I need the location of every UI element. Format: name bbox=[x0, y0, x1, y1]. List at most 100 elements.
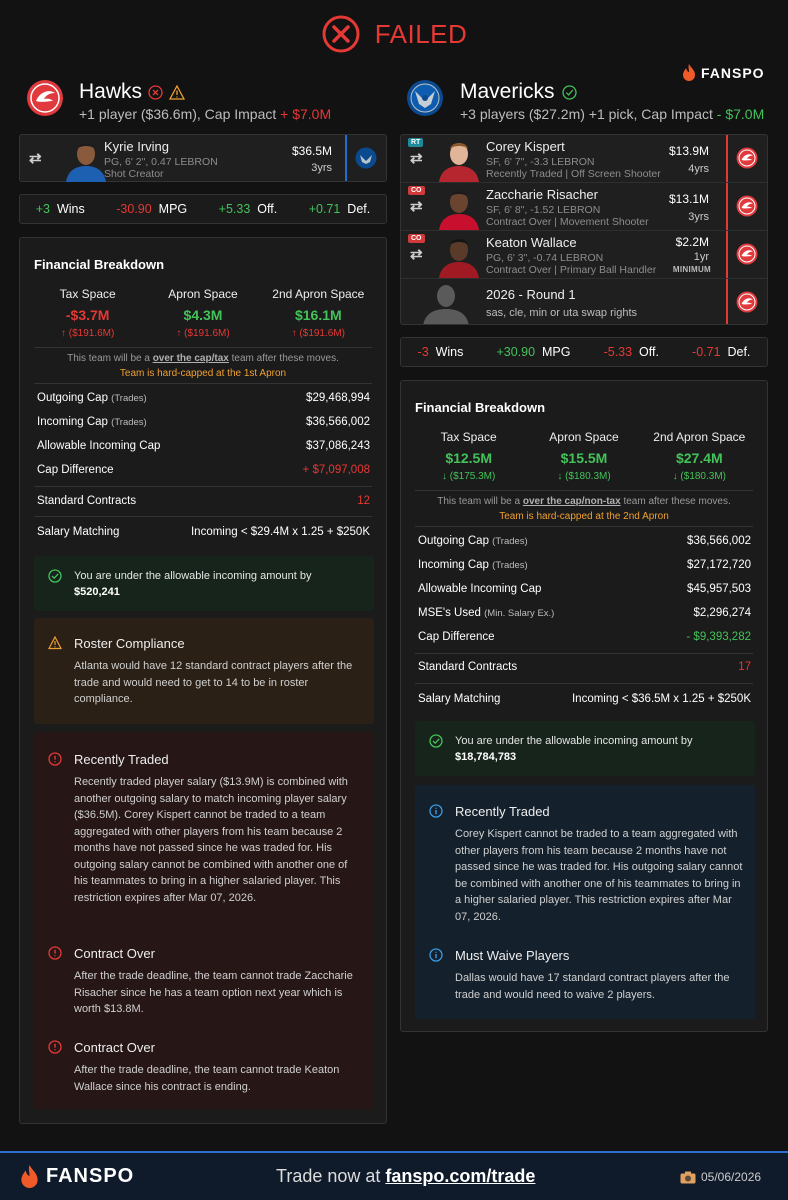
mavericks-stat-bar: -3 Wins +30.90 MPG -5.33 Off. -0.71 Def. bbox=[400, 337, 768, 367]
status-text: FAILED bbox=[374, 18, 468, 49]
issue-title: Recently Traded bbox=[74, 752, 169, 767]
tax-space: Tax Space -$3.7M ↑ ($191.6M) bbox=[59, 287, 116, 339]
hawks-logo-icon bbox=[27, 80, 63, 116]
warning-triangle-icon bbox=[169, 84, 186, 100]
apron-space: Apron Space $15.5M ↓ ($180.3M) bbox=[549, 430, 619, 482]
pick-detail: sas, cle, min or uta swap rights bbox=[486, 307, 638, 319]
player-role: Contract Over | Movement Shooter bbox=[486, 216, 649, 228]
allowable-incoming-row: Allowable Incoming Cap $37,086,243 bbox=[37, 440, 370, 452]
wins-stat: -3 Wins bbox=[417, 345, 464, 359]
player-name[interactable]: Zaccharie Risacher bbox=[486, 187, 598, 202]
under-allowable-text: You are under the allowable incoming amo… bbox=[74, 570, 312, 582]
hawks-mini-logo-icon bbox=[736, 243, 758, 265]
date-text: 05/06/2026 bbox=[701, 1170, 762, 1184]
outgoing-cap-row: Outgoing Cap (Trades) $36,566,002 bbox=[418, 535, 751, 547]
mavericks-financial-panel: Financial Breakdown Tax Space $12.5M ↓ ($1… bbox=[400, 380, 768, 1032]
issue-title: Contract Over bbox=[74, 1040, 155, 1055]
tax-space: Tax Space $12.5M ↓ ($175.3M) bbox=[440, 430, 497, 482]
under-allowable-amount: $520,241 bbox=[74, 586, 120, 598]
pick-title[interactable]: 2026 - Round 1 bbox=[486, 287, 576, 302]
issue-body: Recently traded player salary ($13.9M) i… bbox=[74, 776, 348, 904]
mavericks-logo-icon bbox=[407, 80, 443, 116]
error-circle-icon bbox=[148, 84, 163, 100]
player-name[interactable]: Keaton Wallace bbox=[486, 235, 577, 250]
player-card-zaccharie-risacher[interactable]: CO ⇄ Zaccharie Risacher SF, 6' 8", -1.52… bbox=[401, 183, 767, 230]
divider bbox=[34, 486, 372, 487]
player-card-kyrie-irving[interactable]: ⇄ Kyrie Irving PG, 6' 2", 0.47 LEBRON Sh… bbox=[19, 134, 387, 182]
hawks-mini-logo-icon bbox=[736, 195, 758, 217]
hard-cap-note: Team is hard-capped at the 1st Apron bbox=[119, 368, 287, 379]
issue-body: After the trade deadline, the team canno… bbox=[74, 970, 353, 1015]
player-salary: $13.1M bbox=[668, 192, 709, 206]
incoming-assets-list: RT ⇄ Corey Kispert SF, 6' 7", -3.3 LEBRO… bbox=[400, 134, 768, 325]
player-meta: PG, 6' 2", 0.47 LEBRON bbox=[104, 156, 218, 168]
team-color-bar bbox=[345, 135, 347, 181]
wins-stat: +3 Wins bbox=[35, 202, 85, 216]
failed-x-icon bbox=[322, 15, 360, 53]
error-circle-icon bbox=[48, 752, 62, 766]
cta-text: Trade now at bbox=[276, 1166, 386, 1186]
flame-icon bbox=[21, 1165, 38, 1188]
footer-brand[interactable]: FANSPO bbox=[20, 1165, 134, 1188]
player-card-keaton-wallace[interactable]: CO ⇄ Keaton Wallace PG, 6' 3", -0.74 LEB… bbox=[401, 231, 767, 278]
player-card-corey-kispert[interactable]: RT ⇄ Corey Kispert SF, 6' 7", -3.3 LEBRO… bbox=[401, 135, 767, 182]
under-allowable-alert: You are under the allowable incoming amo… bbox=[34, 556, 374, 611]
hawks-summary-text: +1 player ($36.6m), Cap Impact bbox=[79, 106, 281, 122]
player-years: 1yr bbox=[693, 251, 709, 263]
space-summary: Tax Space -$3.7M ↑ ($191.6M) Apron Space $4… bbox=[30, 287, 376, 339]
info-title: Must Waive Players bbox=[455, 948, 570, 963]
contract-over-badge: CO bbox=[408, 186, 425, 195]
divider bbox=[415, 683, 753, 684]
trade-link[interactable]: fanspo.com/trade bbox=[385, 1166, 535, 1186]
player-salary: $13.9M bbox=[668, 144, 709, 158]
player-name[interactable]: Kyrie Irving bbox=[104, 139, 169, 154]
player-salary: $36.5M bbox=[291, 144, 332, 158]
allowable-incoming-row: Allowable Incoming Cap $45,957,503 bbox=[418, 583, 751, 595]
hawks-mini-logo-icon bbox=[736, 147, 758, 169]
camera-icon bbox=[680, 1171, 696, 1183]
hawks-logo bbox=[26, 79, 64, 122]
brand-logo[interactable]: FANSPO bbox=[682, 64, 765, 81]
divider bbox=[34, 347, 372, 348]
standard-contracts-row: Standard Contracts 17 bbox=[418, 661, 751, 673]
swap-arrows-icon: ⇄ bbox=[29, 150, 42, 167]
standard-contracts-row: Standard Contracts 12 bbox=[37, 495, 370, 507]
financial-title: Financial Breakdown bbox=[415, 400, 546, 415]
cap-status-note: This team will be a over the cap/non-tax… bbox=[415, 496, 753, 522]
off-stat: -5.33 Off. bbox=[603, 345, 659, 359]
incoming-cap-row: Incoming Cap (Trades) $27,172,720 bbox=[418, 559, 751, 571]
player-meta: SF, 6' 7", -3.3 LEBRON bbox=[486, 156, 595, 168]
mavericks-team-name: Mavericks bbox=[460, 80, 555, 103]
mpg-stat: +30.90 MPG bbox=[496, 345, 571, 359]
minimum-tag: MINIMUM bbox=[672, 265, 711, 274]
player-meta: SF, 6' 8", -1.52 LEBRON bbox=[486, 204, 601, 216]
trade-status: FAILED bbox=[0, 14, 788, 54]
under-allowable-text: You are under the allowable incoming amo… bbox=[455, 735, 693, 747]
under-allowable-amount: $18,784,783 bbox=[455, 751, 517, 763]
salary-matching-row: Salary Matching Incoming < $29.4M x 1.25 … bbox=[37, 526, 370, 538]
draft-pick-card[interactable]: 2026 - Round 1 sas, cle, min or uta swap… bbox=[401, 279, 767, 324]
team-color-bar bbox=[726, 231, 728, 278]
swap-arrows-icon: ⇄ bbox=[410, 198, 423, 215]
divider bbox=[415, 490, 753, 491]
hawks-cap-impact: + $7.0M bbox=[280, 106, 332, 122]
warning-triangle-icon bbox=[48, 636, 62, 650]
hard-cap-note: Team is hard-capped at the 2nd Apron bbox=[499, 511, 669, 522]
off-stat: +5.33 Off. bbox=[218, 202, 278, 216]
info-circle-icon bbox=[429, 948, 443, 962]
player-photo bbox=[439, 239, 479, 278]
contract-over-badge: CO bbox=[408, 234, 425, 243]
second-apron-space: 2nd Apron Space $27.4M ↓ ($180.3M) bbox=[653, 430, 746, 482]
team-color-bar bbox=[726, 183, 728, 230]
trade-info-alert: Recently Traded Corey Kispert cannot be … bbox=[415, 785, 755, 1019]
cap-status-note: This team will be a over the cap/tax tea… bbox=[34, 353, 372, 379]
recently-traded-badge: RT bbox=[408, 138, 424, 147]
player-name[interactable]: Corey Kispert bbox=[486, 139, 565, 154]
roster-compliance-body: Atlanta would have 12 standard contract … bbox=[74, 660, 353, 705]
brand-name: FANSPO bbox=[701, 64, 765, 81]
player-years: 3yrs bbox=[311, 162, 332, 174]
hawks-financial-panel: Financial Breakdown Tax Space -$3.7M ↑ ($1… bbox=[19, 237, 387, 1124]
mavericks-mini-logo-icon bbox=[355, 147, 377, 169]
info-body: Corey Kispert cannot be traded to a team… bbox=[455, 828, 743, 923]
info-body: Dallas would have 17 standard contract p… bbox=[455, 972, 730, 1001]
